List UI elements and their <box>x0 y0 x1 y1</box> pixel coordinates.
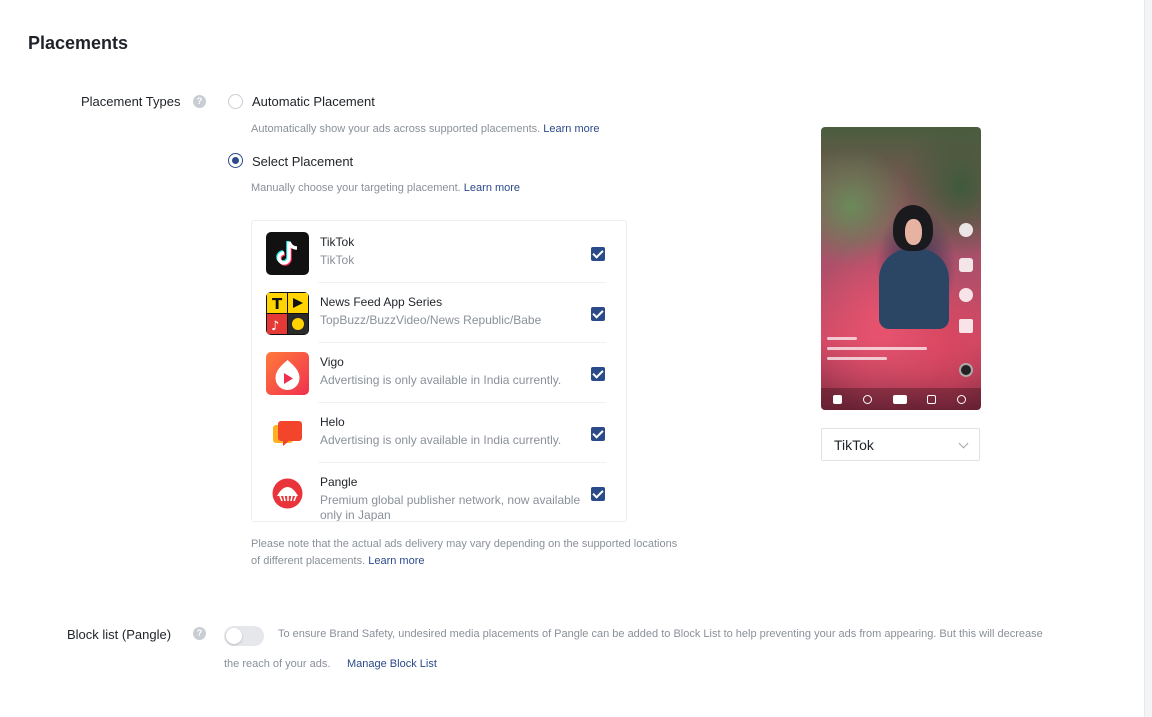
svg-text:♪: ♪ <box>271 319 279 334</box>
block-list-description-cont: the reach of your ads. <box>224 658 331 670</box>
svg-text:T: T <box>272 295 283 313</box>
placement-name: Pangle <box>320 475 358 489</box>
automatic-placement-radio[interactable] <box>228 94 243 109</box>
placement-desc: Advertising is only available in India c… <box>320 373 562 387</box>
tiktok-icon <box>266 232 309 275</box>
placement-item-news-feed[interactable]: T ♪ News Feed App Series TopBuzz/BuzzVid… <box>252 283 626 343</box>
select-placement-label[interactable]: Select Placement <box>252 154 353 169</box>
placement-name: News Feed App Series <box>320 295 443 309</box>
question-icon[interactable]: ? <box>193 627 206 640</box>
scrollbar[interactable] <box>1144 0 1152 717</box>
placement-checkbox[interactable] <box>591 487 605 501</box>
placement-item-pangle[interactable]: Pangle Premium global publisher network,… <box>252 463 626 522</box>
placement-desc: TopBuzz/BuzzVideo/News Republic/Babe <box>320 313 542 327</box>
placement-item-vigo[interactable]: Vigo Advertising is only available in In… <box>252 343 626 403</box>
placement-item-helo[interactable]: Helo Advertising is only available in In… <box>252 403 626 463</box>
pangle-icon <box>266 472 309 515</box>
manage-block-list-link[interactable]: Manage Block List <box>347 658 437 670</box>
select-placement-hint: Manually choose your targeting placement… <box>251 180 520 197</box>
select-placement-hint-text: Manually choose your targeting placement… <box>251 182 461 194</box>
block-list-label: Block list (Pangle) <box>67 627 172 642</box>
comment-icon <box>959 288 973 302</box>
placement-item-tiktok[interactable]: TikTok TikTok <box>252 223 626 283</box>
vigo-icon <box>266 352 309 395</box>
inbox-icon <box>927 395 936 404</box>
placement-list: TikTok TikTok T ♪ News Feed App Series T… <box>251 220 627 522</box>
music-disc-icon <box>959 363 973 377</box>
home-icon <box>833 395 842 404</box>
preview-placement-select[interactable]: TikTok <box>821 428 980 461</box>
create-icon <box>893 395 907 404</box>
preview-placement-value: TikTok <box>834 437 874 453</box>
caption-line <box>827 347 927 350</box>
delivery-note: Please note that the actual ads delivery… <box>251 536 681 570</box>
placement-types-label: Placement Types <box>81 94 181 109</box>
placement-name: Helo <box>320 415 345 429</box>
block-list-toggle[interactable] <box>224 626 264 646</box>
select-placement-radio[interactable] <box>228 153 243 168</box>
placement-desc: Advertising is only available in India c… <box>320 433 562 447</box>
learn-more-link[interactable]: Learn more <box>368 555 424 567</box>
section-title: Placements <box>28 33 129 53</box>
placement-name: TikTok <box>320 235 355 249</box>
preview-figure <box>879 249 949 329</box>
share-icon <box>959 319 973 333</box>
heart-icon <box>959 258 973 272</box>
placement-checkbox[interactable] <box>591 367 605 381</box>
discover-icon <box>863 395 872 404</box>
learn-more-link[interactable]: Learn more <box>464 182 520 194</box>
automatic-placement-label[interactable]: Automatic Placement <box>252 94 375 109</box>
profile-icon <box>957 395 966 404</box>
placement-desc: TikTok <box>320 253 355 267</box>
caption-line <box>827 357 887 360</box>
question-icon[interactable]: ? <box>193 95 206 108</box>
placement-name: Vigo <box>320 355 344 369</box>
helo-icon <box>266 412 309 455</box>
block-list-description: To ensure Brand Safety, undesired media … <box>278 628 1043 640</box>
placement-checkbox[interactable] <box>591 247 605 261</box>
ad-preview-image <box>821 127 981 410</box>
automatic-placement-hint-text: Automatically show your ads across suppo… <box>251 123 541 135</box>
placement-desc: Premium global publisher network, now av… <box>320 493 581 522</box>
caption-line <box>827 337 857 340</box>
preview-face <box>905 219 922 245</box>
learn-more-link[interactable]: Learn more <box>543 123 599 135</box>
delivery-note-text: Please note that the actual ads delivery… <box>251 538 678 567</box>
news-feed-icon: T ♪ <box>266 292 309 335</box>
avatar-icon <box>959 223 973 237</box>
automatic-placement-hint: Automatically show your ads across suppo… <box>251 121 600 138</box>
placement-checkbox[interactable] <box>591 427 605 441</box>
chevron-down-icon <box>958 438 969 449</box>
placement-checkbox[interactable] <box>591 307 605 321</box>
